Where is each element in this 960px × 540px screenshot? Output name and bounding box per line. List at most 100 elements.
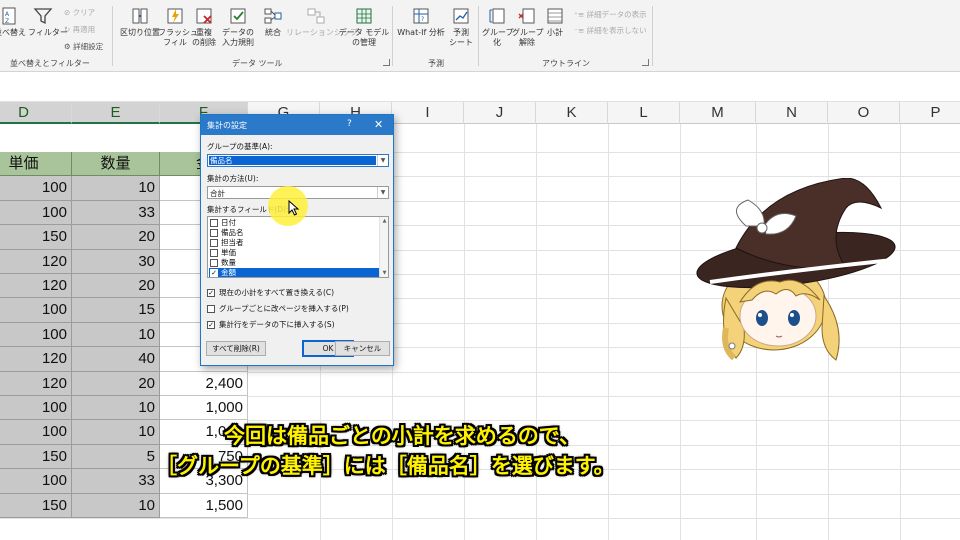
checkbox-unchecked-icon[interactable] <box>210 249 218 257</box>
cell-unit-price[interactable]: 120 <box>0 249 72 274</box>
cell-quantity[interactable]: 30 <box>72 249 160 274</box>
cell-unit-price[interactable]: 120 <box>0 274 72 299</box>
column-header-p[interactable]: P <box>900 102 960 124</box>
cell-quantity[interactable]: 20 <box>72 274 160 299</box>
cell-unit-price[interactable]: 100 <box>0 322 72 348</box>
cell-quantity[interactable]: 33 <box>72 469 160 494</box>
what-if-button[interactable]: ? What-If 分析 <box>396 6 446 38</box>
cell-amount[interactable]: 2,400 <box>160 371 248 396</box>
mouse-pointer-icon <box>288 200 300 216</box>
hide-detail-button[interactable]: ⁻≡ 詳細を表示しない <box>574 26 647 36</box>
cell-quantity[interactable]: 5 <box>72 444 160 470</box>
text-to-columns-button[interactable]: 区切り位置 <box>118 6 162 38</box>
cell-quantity[interactable]: 40 <box>72 347 160 372</box>
subtotal-button[interactable]: 小計 <box>542 6 568 38</box>
column-header-e[interactable]: E <box>72 102 160 124</box>
group-separator <box>478 6 479 66</box>
chevron-down-icon[interactable]: ▼ <box>377 187 388 198</box>
remove-duplicates-button[interactable]: 重複 の削除 <box>188 6 220 48</box>
sort-icon: AZ <box>2 7 16 25</box>
data-tools-launcher[interactable] <box>383 59 390 66</box>
field-item[interactable]: 単価 <box>209 248 379 258</box>
table-row: 100 10 1,000 <box>0 396 248 421</box>
checkbox-unchecked-icon[interactable] <box>210 219 218 227</box>
field-item[interactable]: 数量 <box>209 258 379 268</box>
column-header-j[interactable]: J <box>464 102 536 124</box>
checkbox-unchecked-icon[interactable] <box>210 229 218 237</box>
cell-quantity[interactable]: 10 <box>72 396 160 421</box>
scroll-up-icon[interactable]: ▲ <box>380 217 388 225</box>
fields-listbox[interactable]: 日付 備品名 担当者 単価 数量 ✓ 金額 ▲ ▼ <box>207 216 389 278</box>
cell-unit-price[interactable]: 100 <box>0 176 72 201</box>
cell-unit-price[interactable]: 100 <box>0 298 72 323</box>
cell-quantity[interactable]: 10 <box>72 322 160 348</box>
close-icon[interactable]: ✕ <box>374 118 383 131</box>
reapply-button[interactable]: ↻ 再適用 <box>64 25 95 35</box>
column-header-k[interactable]: K <box>536 102 608 124</box>
data-model-button[interactable]: データ モデル の管理 <box>338 6 390 48</box>
column-header-l[interactable]: L <box>608 102 680 124</box>
forecast-sheet-button[interactable]: 予測 シート <box>446 6 476 48</box>
cell-amount[interactable]: 1,500 <box>160 493 248 518</box>
ungroup-button[interactable]: グループ 解除 <box>512 6 544 48</box>
scroll-down-icon[interactable]: ▼ <box>380 269 388 277</box>
dialog-titlebar[interactable]: 集計の設定 ? ✕ <box>201 115 393 135</box>
relationships-button[interactable]: リレーションシップ <box>286 6 358 38</box>
listbox-scrollbar[interactable]: ▲ ▼ <box>379 217 388 277</box>
column-header-m[interactable]: M <box>680 102 756 124</box>
data-validation-icon <box>230 8 246 24</box>
cell-unit-price[interactable]: 150 <box>0 444 72 470</box>
column-header-i[interactable]: I <box>392 102 464 124</box>
chevron-down-icon[interactable]: ▼ <box>377 155 388 166</box>
cell-quantity[interactable]: 20 <box>72 225 160 250</box>
header-cell-quantity[interactable]: 数量 <box>72 152 160 177</box>
cell-unit-price[interactable]: 100 <box>0 396 72 421</box>
checkbox-unchecked-icon[interactable] <box>207 305 215 313</box>
cell-unit-price[interactable]: 120 <box>0 347 72 372</box>
dialog-title: 集計の設定 <box>207 121 247 130</box>
remove-all-button[interactable]: すべて削除(R) <box>206 341 266 356</box>
cell-quantity[interactable]: 33 <box>72 200 160 226</box>
checkbox-checked-icon[interactable]: ✓ <box>207 321 215 329</box>
cell-unit-price[interactable]: 150 <box>0 493 72 518</box>
cancel-button[interactable]: キャンセル <box>335 341 390 356</box>
column-header-d[interactable]: D <box>0 102 72 124</box>
cell-unit-price[interactable]: 100 <box>0 420 72 445</box>
cell-quantity[interactable]: 15 <box>72 298 160 323</box>
column-header-n[interactable]: N <box>756 102 828 124</box>
subtitle-line-2: ［グループの基準］には［備品名］を選びます。 <box>156 454 615 478</box>
group-by-select[interactable]: 備品名 ▼ <box>207 154 389 167</box>
cell-unit-price[interactable]: 100 <box>0 469 72 494</box>
outline-launcher[interactable] <box>642 59 649 66</box>
cell-quantity[interactable]: 10 <box>72 493 160 518</box>
consolidate-button[interactable]: 統合 <box>260 6 286 38</box>
field-item[interactable]: 担当者 <box>209 238 379 248</box>
cell-quantity[interactable]: 10 <box>72 420 160 445</box>
sort-button[interactable]: AZ 並べ替え <box>0 6 26 38</box>
flash-fill-button[interactable]: フラッシュ フィル <box>158 6 198 48</box>
cell-unit-price[interactable]: 100 <box>0 200 72 226</box>
group-rows-icon <box>489 8 505 24</box>
checkbox-unchecked-icon[interactable] <box>210 239 218 247</box>
header-cell-unit-price[interactable]: 単価 <box>0 152 72 177</box>
cell-unit-price[interactable]: 150 <box>0 225 72 250</box>
clear-button[interactable]: ⊘ クリア <box>64 8 95 18</box>
checkbox-checked-icon[interactable]: ✓ <box>210 269 218 277</box>
filter-button[interactable]: フィルター <box>28 6 68 38</box>
group-button[interactable]: グループ化 <box>482 6 514 48</box>
show-detail-button[interactable]: ⁺≡ 詳細データの表示 <box>574 10 647 20</box>
cell-amount[interactable]: 1,000 <box>160 396 248 421</box>
help-icon[interactable]: ? <box>347 119 352 129</box>
table-row: 150 10 1,500 <box>0 493 248 518</box>
data-validation-button[interactable]: データの 入力規則 <box>218 6 258 48</box>
cell-unit-price[interactable]: 120 <box>0 371 72 396</box>
column-header-o[interactable]: O <box>828 102 900 124</box>
cell-quantity[interactable]: 20 <box>72 371 160 396</box>
field-item[interactable]: ✓ 金額 <box>209 268 379 277</box>
advanced-filter-button[interactable]: ⚙ 詳細設定 <box>64 42 103 52</box>
checkbox-unchecked-icon[interactable] <box>210 259 218 267</box>
field-item[interactable]: 備品名 <box>209 228 379 238</box>
data-tools-group-label: データ ツール <box>232 59 283 68</box>
checkbox-checked-icon[interactable]: ✓ <box>207 289 215 297</box>
cell-quantity[interactable]: 10 <box>72 176 160 201</box>
